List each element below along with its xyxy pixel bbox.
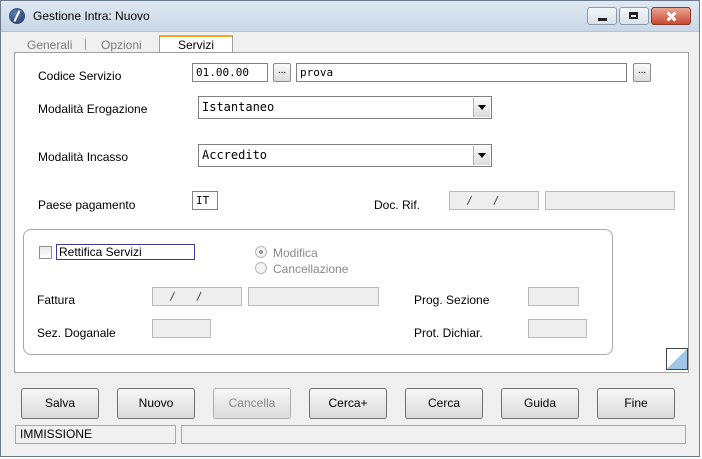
fattura-date-input[interactable]: / / — [152, 287, 242, 306]
app-icon — [9, 8, 25, 24]
fine-button[interactable]: Fine — [597, 388, 675, 419]
cerca-button[interactable]: Cerca — [405, 388, 483, 419]
cancellazione-radio[interactable] — [255, 262, 267, 274]
modifica-label: Modifica — [273, 246, 318, 260]
docrif-date-input[interactable]: / / — [449, 191, 539, 210]
modifica-radio[interactable] — [255, 246, 267, 258]
erogazione-select[interactable]: Istantaneo — [198, 96, 492, 119]
maximize-icon[interactable] — [619, 7, 649, 25]
minimize-icon[interactable] — [587, 7, 617, 25]
close-icon[interactable] — [651, 7, 691, 25]
title-bar: Gestione Intra: Nuovo — [1, 1, 699, 32]
rettifica-checkbox-label[interactable]: Rettifica Servizi — [56, 244, 195, 260]
chevron-down-icon[interactable] — [473, 98, 490, 117]
cancellazione-label: Cancellazione — [273, 262, 349, 276]
salva-button[interactable]: Salva — [21, 388, 99, 419]
main-window: Gestione Intra: Nuovo Generali Opzioni S… — [0, 0, 700, 457]
erogazione-label: Modalità Erogazione — [38, 102, 148, 116]
sez-doganale-label: Sez. Doganale — [37, 326, 116, 340]
window-controls — [585, 7, 691, 25]
paese-input[interactable]: IT — [192, 191, 218, 210]
paese-label: Paese pagamento — [38, 198, 136, 212]
status-message — [181, 425, 686, 444]
codice-lookup-button[interactable]: ... — [273, 63, 291, 82]
rettifica-checkbox[interactable] — [39, 246, 52, 259]
prog-sezione-input[interactable] — [528, 287, 579, 306]
fattura-label: Fattura — [37, 293, 76, 307]
tab-servizi[interactable]: Servizi — [159, 35, 234, 53]
erogazione-value: Istantaneo — [202, 100, 275, 114]
resize-corner-icon[interactable] — [666, 348, 688, 370]
cerca-plus-button[interactable]: Cerca+ — [309, 388, 387, 419]
sez-doganale-input[interactable] — [152, 319, 211, 338]
nuovo-button[interactable]: Nuovo — [117, 388, 195, 419]
docrif-number-input[interactable] — [545, 191, 675, 210]
incasso-label: Modalità Incasso — [38, 150, 129, 164]
tab-opzioni[interactable]: Opzioni — [101, 37, 142, 53]
status-mode: IMMISSIONE — [15, 425, 176, 444]
cancella-button[interactable]: Cancella — [213, 388, 291, 419]
docrif-label: Doc. Rif. — [374, 198, 421, 212]
prot-dichiar-input[interactable] — [528, 319, 587, 338]
descrizione-lookup-button[interactable]: ... — [633, 63, 651, 82]
prot-dichiar-label: Prot. Dichiar. — [414, 326, 483, 340]
incasso-value: Accredito — [202, 148, 268, 162]
codice-descrizione-input[interactable]: prova — [296, 63, 627, 82]
prog-sezione-label: Prog. Sezione — [414, 293, 490, 307]
tab-separator — [85, 39, 86, 50]
guida-button[interactable]: Guida — [501, 388, 579, 419]
chevron-down-icon[interactable] — [473, 146, 490, 165]
codice-servizio-input[interactable]: 01.00.00 — [192, 63, 268, 82]
tab-generali[interactable]: Generali — [27, 37, 72, 53]
codice-servizio-label: Codice Servizio — [38, 69, 122, 83]
window-title: Gestione Intra: Nuovo — [33, 9, 150, 23]
fattura-number-input[interactable] — [248, 287, 379, 306]
incasso-select[interactable]: Accredito — [198, 144, 492, 167]
